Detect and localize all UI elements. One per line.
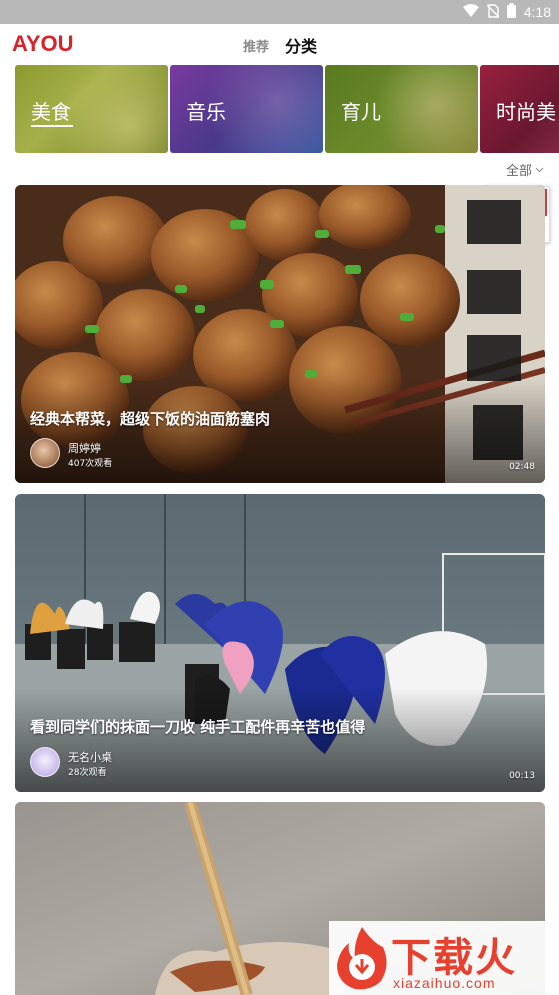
app-header: AYOU 推荐 分类	[0, 24, 559, 64]
status-time: 4:18	[523, 4, 551, 20]
video-duration: 00:13	[509, 771, 535, 781]
wifi-icon	[462, 3, 479, 22]
video-duration: 02:48	[509, 462, 535, 472]
video-author: 无名小桌	[68, 751, 112, 764]
category-label: 美食	[31, 100, 71, 124]
category-tile-food[interactable]: 美食	[15, 65, 168, 153]
watermark: 下载火 xiazaihuo.com	[329, 921, 559, 995]
filter-selected-label: 全部	[506, 164, 533, 179]
avatar[interactable]	[30, 438, 60, 468]
video-title: 经典本帮菜，超级下饭的油面筋塞肉	[30, 410, 271, 428]
category-tile-music[interactable]: 音乐	[170, 65, 323, 153]
status-icons: 4:18	[462, 2, 551, 22]
category-tile-fashion[interactable]: 时尚美	[480, 65, 559, 153]
video-thumbnail-cakes	[15, 494, 545, 792]
filter-dropdown-toggle[interactable]: 全部	[506, 160, 544, 179]
video-views: 28次观看	[68, 768, 107, 778]
video-views: 407次观看	[68, 459, 113, 469]
tab-recommend[interactable]: 推荐	[243, 36, 269, 55]
video-author: 周婷婷	[68, 442, 101, 455]
video-card[interactable]: 看到同学们的抹面一刀收 纯手工配件再辛苦也值得 无名小桌 28次观看 00:13	[15, 494, 545, 792]
category-tile-parenting[interactable]: 育儿	[325, 65, 478, 153]
status-bar: 4:18	[0, 0, 559, 24]
flame-logo-icon	[337, 927, 387, 990]
no-sim-icon	[486, 3, 500, 22]
avatar[interactable]	[30, 747, 60, 777]
battery-icon	[506, 2, 516, 22]
video-title: 看到同学们的抹面一刀收 纯手工配件再辛苦也值得	[30, 718, 366, 736]
chevron-down-icon	[535, 162, 544, 177]
watermark-url: xiazaihuo.com	[393, 975, 496, 991]
video-thumbnail-food	[15, 185, 545, 483]
tab-category[interactable]: 分类	[285, 33, 317, 57]
category-label: 音乐	[186, 100, 226, 124]
category-selected-underline	[31, 125, 73, 127]
category-row: 美食 音乐 育儿 时尚美	[0, 64, 559, 154]
app-logo: AYOU	[12, 31, 74, 56]
category-label: 时尚美	[496, 100, 556, 124]
category-label: 育儿	[341, 100, 381, 124]
video-card[interactable]: 经典本帮菜，超级下饭的油面筋塞肉 周婷婷 407次观看 02:48	[15, 185, 545, 483]
